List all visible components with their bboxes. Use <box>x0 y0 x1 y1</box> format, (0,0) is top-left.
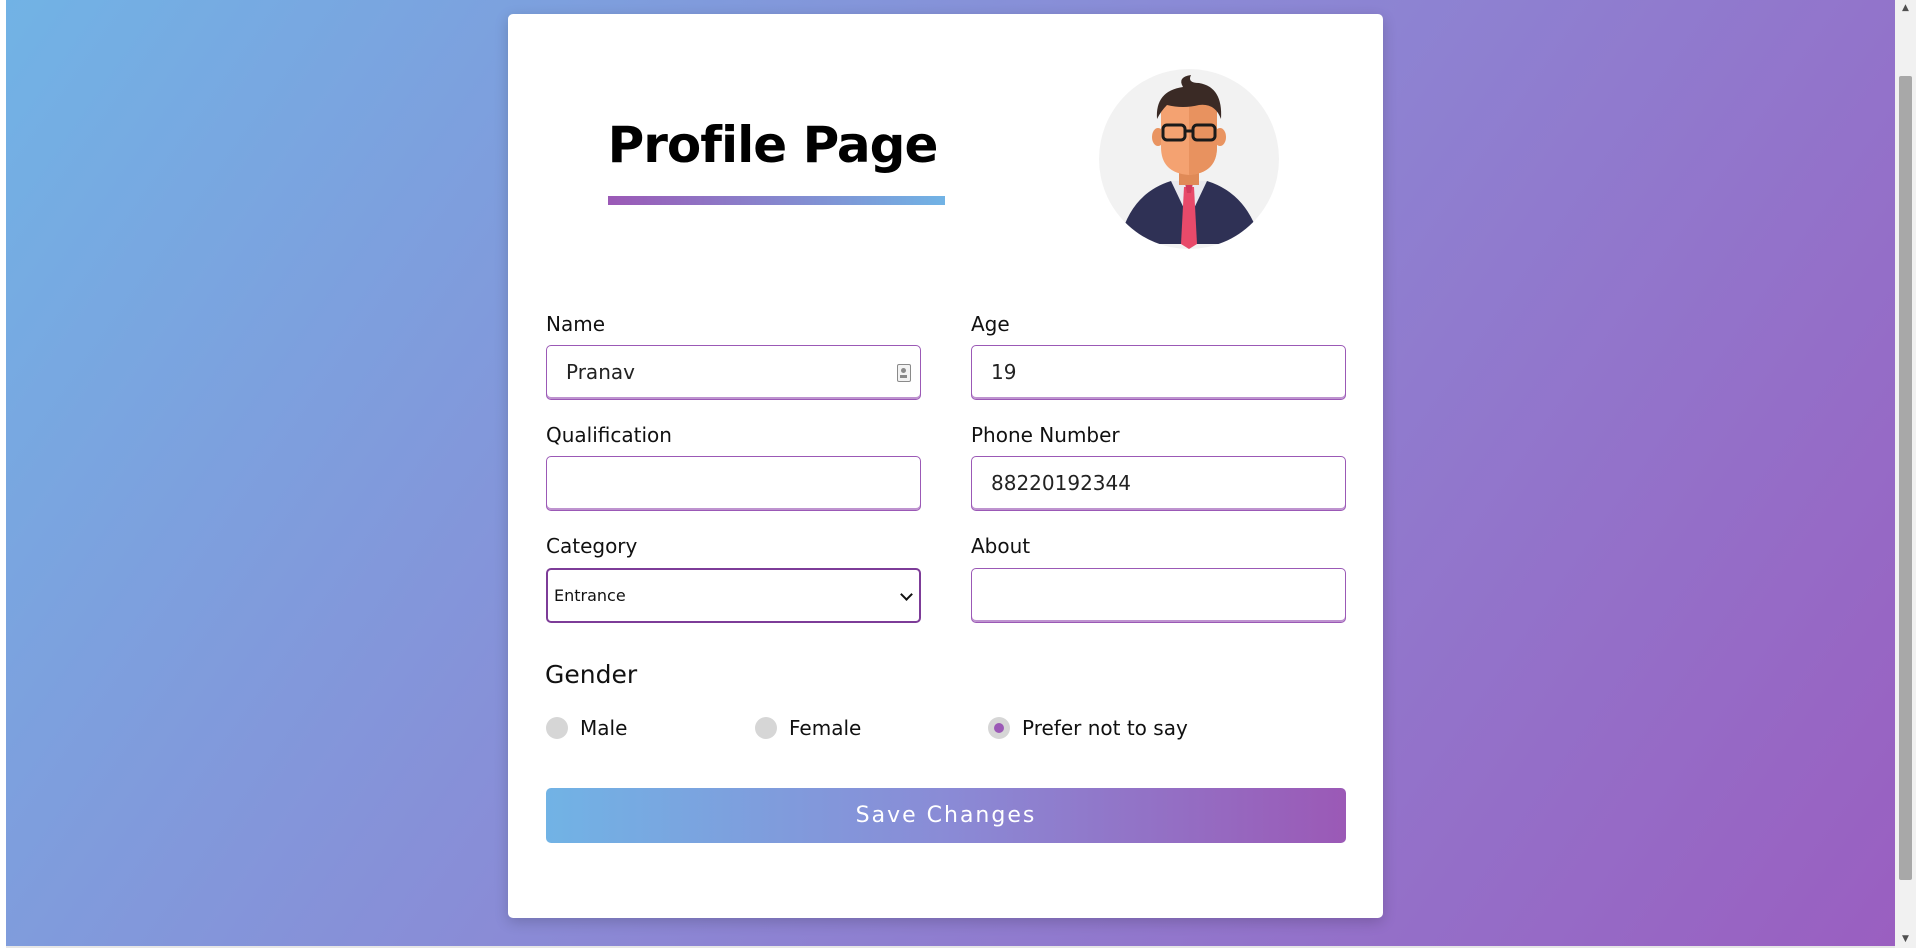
radio-label-prefer-not: Prefer not to say <box>1022 716 1188 740</box>
radio-label-female: Female <box>789 716 862 740</box>
radio-male[interactable] <box>546 717 568 739</box>
businessman-avatar-icon <box>1119 75 1261 249</box>
age-label: Age <box>971 312 1010 336</box>
about-label: About <box>971 534 1031 558</box>
scroll-up-icon[interactable]: ▲ <box>1895 0 1916 17</box>
radio-label-male: Male <box>580 716 628 740</box>
scrollbar[interactable]: ▲ ▼ <box>1895 0 1916 948</box>
category-select[interactable]: Entrance <box>546 568 921 623</box>
name-value: Pranav <box>566 360 635 384</box>
age-input[interactable]: 19 <box>971 345 1346 400</box>
phone-input[interactable]: 88220192344 <box>971 456 1346 511</box>
gender-option-female[interactable]: Female <box>755 715 861 741</box>
radio-prefer-not[interactable] <box>988 717 1010 739</box>
gender-option-male[interactable]: Male <box>546 715 627 741</box>
radio-female[interactable] <box>755 717 777 739</box>
scroll-thumb[interactable] <box>1899 76 1912 880</box>
scroll-down-icon[interactable]: ▼ <box>1895 931 1916 948</box>
phone-value: 88220192344 <box>991 471 1131 495</box>
gender-option-prefer-not[interactable]: Prefer not to say <box>988 715 1188 741</box>
category-value: Entrance <box>554 586 626 605</box>
left-edge <box>0 0 6 948</box>
save-button[interactable]: Save Changes <box>546 788 1346 843</box>
gender-title: Gender <box>545 660 638 689</box>
category-label: Category <box>546 534 638 558</box>
phone-label: Phone Number <box>971 423 1120 447</box>
page-title-wrap: Profile Page <box>600 100 945 190</box>
age-value: 19 <box>991 360 1017 384</box>
avatar[interactable] <box>1099 69 1279 249</box>
contact-card-icon[interactable] <box>897 364 911 382</box>
name-label: Name <box>546 312 606 336</box>
qualification-input[interactable] <box>546 456 921 511</box>
about-input[interactable] <box>971 568 1346 623</box>
chevron-down-icon <box>900 588 913 601</box>
name-input[interactable]: Pranav <box>546 345 921 400</box>
page-title: Profile Page <box>607 116 939 174</box>
qualification-label: Qualification <box>546 423 672 447</box>
title-underline <box>608 196 945 205</box>
